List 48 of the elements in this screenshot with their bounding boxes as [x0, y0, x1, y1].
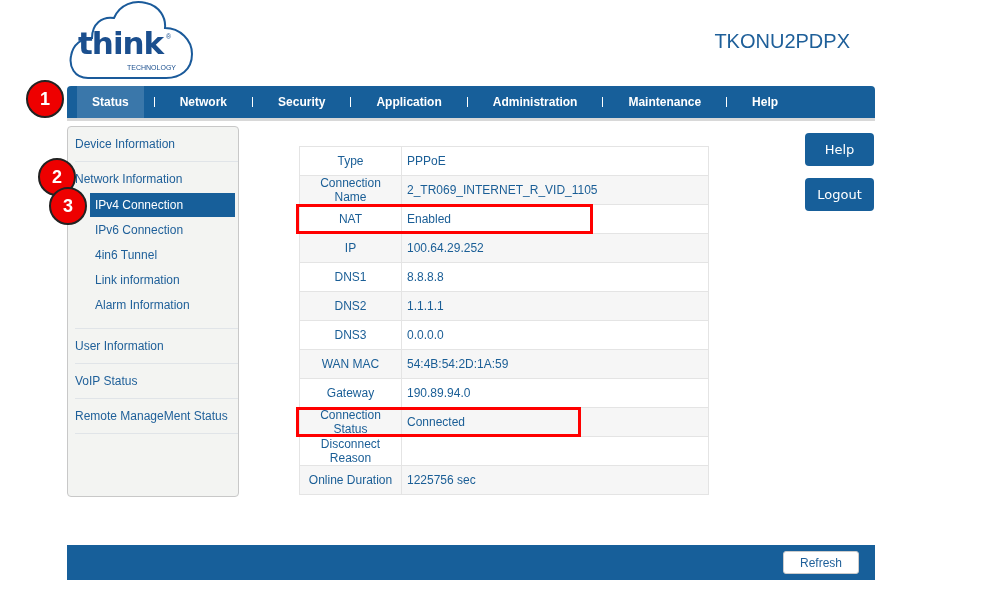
sidebar-item[interactable]: Remote ManageMent Status — [75, 409, 228, 423]
sidebar-subitem[interactable]: IPv6 Connection — [90, 217, 235, 242]
table-cell-text: 2_TR069_INTERNET_R_VID_1105 — [406, 182, 599, 199]
sidebar-subitem[interactable]: IPv4 Connection — [90, 192, 235, 217]
table-cell: IP — [300, 234, 402, 262]
sidebar-item[interactable]: User Information — [75, 339, 164, 353]
table-cell: Connection Status — [300, 408, 402, 436]
table-cell-text: 8.8.8.8 — [406, 269, 445, 286]
refresh-button[interactable]: Refresh — [783, 551, 859, 574]
table-cell: DNS2 — [300, 292, 402, 320]
table-cell: Disconnect Reason — [300, 437, 402, 465]
table-cell: WAN MAC — [300, 350, 402, 378]
table-cell: Connection Name — [300, 176, 402, 204]
nav-tab[interactable]: Maintenance — [613, 86, 717, 118]
sidebar-item[interactable]: Device Information — [75, 137, 176, 151]
sidebar-subitem[interactable]: Alarm Information — [90, 292, 235, 317]
step-marker: 3 — [49, 187, 87, 225]
nav-tab[interactable]: Status — [77, 86, 144, 118]
device-name: TKONU2PDPX — [714, 30, 850, 53]
table-cell-text: 1.1.1.1 — [406, 298, 445, 315]
table-cell-text: 1225756 sec — [406, 472, 477, 489]
table-cell: Online Duration — [300, 466, 402, 494]
sidebar-item[interactable]: Network Information — [75, 172, 183, 186]
table-cell-text: 54:4B:54:2D:1A:59 — [406, 356, 510, 373]
table-cell-text: Connected — [406, 414, 467, 431]
table-cell-text: Enabled — [406, 211, 453, 228]
table-cell: Gateway — [300, 379, 402, 407]
side-button[interactable]: Help — [805, 133, 874, 166]
table-cell-text: 100.64.29.252 — [406, 240, 485, 257]
sidebar-subitem[interactable]: 4in6 Tunnel — [90, 242, 235, 267]
table-cell-text: 0.0.0.0 — [406, 327, 445, 344]
nav-tab[interactable]: Security — [263, 86, 341, 118]
table-cell-text: 190.89.94.0 — [406, 385, 472, 402]
sidebar-item[interactable]: VoIP Status — [75, 374, 138, 388]
nav-tab[interactable]: Administration — [477, 86, 593, 118]
table-cell: NAT — [300, 205, 402, 233]
table-cell-text: PPPoE — [406, 153, 447, 170]
nav-tab[interactable]: Application — [361, 86, 457, 118]
table-cell: Type — [300, 147, 402, 175]
nav-tab[interactable]: Network — [164, 86, 243, 118]
table-cell: DNS3 — [300, 321, 402, 349]
side-button[interactable]: Logout — [805, 178, 874, 211]
step-marker: 2 — [38, 158, 76, 196]
sidebar-subitem[interactable]: Link information — [90, 267, 235, 292]
nav-tab[interactable]: Help — [737, 86, 794, 118]
table-cell: DNS1 — [300, 263, 402, 291]
logo-wordmark: think — [78, 25, 164, 61]
step-marker: 1 — [26, 80, 64, 118]
